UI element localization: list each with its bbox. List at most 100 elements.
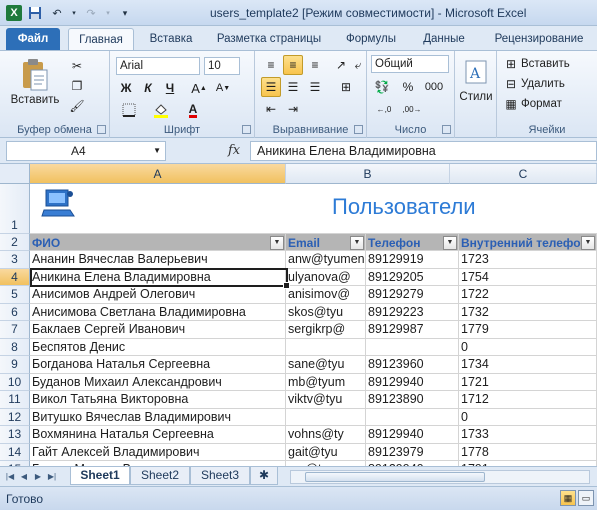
cell-email[interactable]: viktv@tyu [286,391,366,409]
grow-font-icon[interactable]: A ▲ [190,79,208,97]
cell-ext[interactable]: 1733 [459,426,597,444]
cell-fio[interactable]: Беспятов Денис [30,338,286,356]
cell-email[interactable]: ulyanova@ [286,268,366,286]
header-ext[interactable]: Внутренний телефон ▼ [459,234,597,251]
cell-phone[interactable]: 89129279 [366,286,459,304]
last-sheet-icon[interactable]: ▶| [46,470,58,484]
row-header-1[interactable]: 1 [0,184,30,234]
tab-home[interactable]: Главная [68,28,134,51]
insert-cells-icon[interactable]: ⊞ [503,55,519,73]
percent-style-icon[interactable]: % [399,77,417,97]
cell-phone[interactable]: 89123960 [366,356,459,374]
alignment-launcher-icon[interactable] [354,125,363,134]
cell-ext[interactable]: 1734 [459,356,597,374]
cell-phone[interactable]: 89129223 [366,303,459,321]
format-cells-button[interactable]: Формат [521,98,562,110]
align-top-icon[interactable]: ≡ [261,55,281,75]
prev-sheet-icon[interactable]: ◀ [18,470,30,484]
tab-file[interactable]: Файл [6,28,60,50]
row-header[interactable]: 10 [0,373,30,391]
cell-phone[interactable] [366,338,459,356]
save-icon[interactable] [26,4,44,22]
cell-ext[interactable]: 1721 [459,373,597,391]
redo-dropdown-icon[interactable]: ▾ [104,4,112,22]
worksheet-grid[interactable]: A B C 1 Пользователи 2 ФИО ▼ Email ▼ Тел… [0,164,597,466]
delete-cells-icon[interactable]: ⊟ [503,75,519,93]
comma-style-icon[interactable]: 000 [423,77,445,97]
row-header[interactable]: 7 [0,321,30,339]
cell-phone[interactable]: 89129205 [366,268,459,286]
redo-icon[interactable]: ↷ [82,4,100,22]
row-header[interactable]: 13 [0,426,30,444]
horizontal-scrollbar[interactable] [290,470,590,484]
column-header-a[interactable]: A [30,164,286,184]
delete-cells-button[interactable]: Удалить [521,78,565,90]
cell-email[interactable]: sergikrp@ [286,321,366,339]
copy-icon[interactable]: ❐ [68,77,86,95]
tab-page-layout[interactable]: Разметка страницы [208,28,330,50]
bold-button[interactable]: Ж [118,79,134,97]
cell-phone[interactable] [366,408,459,426]
decrease-decimal-icon[interactable]: ,00→ [399,99,425,119]
cell-email[interactable] [286,408,366,426]
font-color-icon[interactable]: A [182,101,204,119]
align-middle-icon[interactable]: ≡ [283,55,303,75]
header-fio[interactable]: ФИО ▼ [30,234,286,251]
cell-ext[interactable]: 1723 [459,251,597,269]
cell-fio[interactable]: Баклаев Сергей Иванович [30,321,286,339]
row-header[interactable]: 14 [0,443,30,461]
paste-button[interactable]: Вставить [10,94,60,106]
tab-insert[interactable]: Вставка [140,28,202,50]
italic-button[interactable]: К [140,79,156,97]
column-header-c[interactable]: C [450,164,597,184]
tab-formulas[interactable]: Формулы [338,28,404,50]
select-all-corner[interactable] [0,164,30,184]
insert-sheet-icon[interactable]: ✱ [250,467,278,485]
cell-ext[interactable]: 1732 [459,303,597,321]
cell-email[interactable]: mb@tyum [286,373,366,391]
row-header[interactable]: 6 [0,303,30,321]
row-header[interactable]: 3 [0,251,30,269]
paste-icon[interactable] [14,57,54,93]
cell-fio[interactable]: Анисимова Светлана Владимировна [30,303,286,321]
formula-input[interactable]: Аникина Елена Владимировна [250,141,597,161]
borders-icon[interactable] [118,101,140,119]
header-phone[interactable]: Телефон ▼ [366,234,459,251]
align-center-icon[interactable]: ☰ [283,77,303,97]
cell-fio[interactable]: Гайт Алексей Владимирович [30,443,286,461]
merge-center-icon[interactable]: ⊞ [331,77,361,97]
row-header[interactable]: 4 [0,268,30,286]
format-cells-icon[interactable]: ▦ [503,95,519,113]
shrink-font-icon[interactable]: A ▼ [214,79,232,97]
header-email[interactable]: Email ▼ [286,234,366,251]
font-launcher-icon[interactable] [242,125,251,134]
decrease-indent-icon[interactable]: ⇤ [261,99,281,119]
cell-ext[interactable]: 1778 [459,443,597,461]
cell-email[interactable]: gait@tyu [286,443,366,461]
cell-email[interactable] [286,338,366,356]
customize-qat-icon[interactable]: ▾ [116,4,134,22]
styles-button[interactable]: Стили [455,91,497,103]
cell-email[interactable]: skos@tyu [286,303,366,321]
filter-dropdown-icon[interactable]: ▼ [350,236,364,250]
insert-cells-button[interactable]: Вставить [521,58,570,70]
excel-app-icon[interactable]: X [6,5,22,21]
wrap-text-icon[interactable]: ⤶ [351,55,365,75]
increase-indent-icon[interactable]: ⇥ [283,99,303,119]
cell-phone[interactable]: 89123979 [366,443,459,461]
undo-icon[interactable]: ↶ [48,4,66,22]
row-header-2[interactable]: 2 [0,234,30,251]
number-launcher-icon[interactable] [442,125,451,134]
next-sheet-icon[interactable]: ▶ [32,470,44,484]
cell-fio[interactable]: Аникина Елена Владимировна [30,268,286,286]
cell-fio[interactable]: Богданова Наталья Сергеевна [30,356,286,374]
filter-dropdown-icon[interactable]: ▼ [270,236,284,250]
sheet-tab-3[interactable]: Sheet3 [190,467,250,485]
font-name-select[interactable]: Arial [116,57,200,75]
row-header[interactable]: 9 [0,356,30,374]
cell-phone[interactable]: 89129940 [366,426,459,444]
cell-ext[interactable]: 1712 [459,391,597,409]
column-header-b[interactable]: B [286,164,450,184]
cell-email[interactable]: vohns@ty [286,426,366,444]
name-box-dropdown-icon[interactable]: ▼ [153,142,161,160]
